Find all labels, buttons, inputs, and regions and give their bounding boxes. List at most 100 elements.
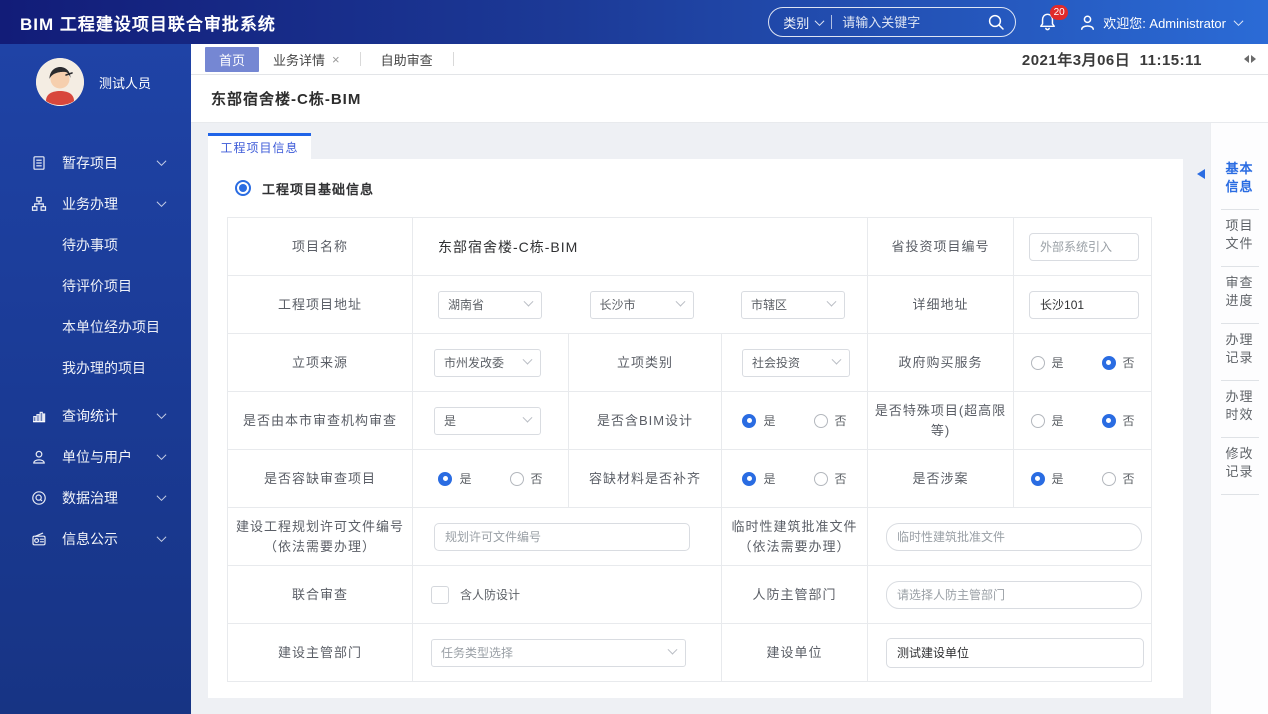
table-row: 是否由本市审查机构审查 是 是否含BIM设计 是 否: [228, 392, 1152, 450]
local-review-select[interactable]: 是: [434, 407, 541, 435]
radio-no[interactable]: 否: [814, 412, 847, 429]
radio-no[interactable]: 否: [1102, 354, 1135, 371]
divider: [453, 52, 454, 66]
search-category-select[interactable]: 类别: [783, 13, 809, 32]
search-icon[interactable]: [987, 13, 1005, 31]
radio-no[interactable]: 否: [1102, 412, 1135, 429]
field-label: 容缺材料是否补齐: [569, 450, 722, 508]
construction-dept-select[interactable]: 任务类型选择: [431, 639, 686, 667]
chevron-down-icon: [157, 197, 167, 207]
project-form-table: 项目名称 东部宿舍楼-C栋-BIM 省投资项目编号 工程项目地址 湖南省: [227, 217, 1152, 682]
project-info-card: 工程项目基础信息 项目名称 东部宿舍楼-C栋-BIM 省投资项目编号 工程项目: [208, 159, 1183, 698]
main-area: 首页 业务详情 × 自助审查 2021年3月06日 11:15:11 东部宿舍楼…: [191, 44, 1268, 714]
tab-business-detail[interactable]: 业务详情 ×: [259, 47, 354, 72]
close-icon[interactable]: ×: [332, 52, 340, 67]
field-label: 是否容缺审查项目: [228, 450, 413, 508]
project-category-select[interactable]: 社会投资: [742, 349, 850, 377]
civil-defense-checkbox[interactable]: [431, 586, 449, 604]
sidebar-item-units-users[interactable]: 单位与用户: [0, 436, 191, 477]
field-label: 立项来源: [228, 334, 413, 392]
page-title-bar: 东部宿舍楼-C栋-BIM: [191, 75, 1268, 123]
divider: [1221, 494, 1259, 495]
temp-building-input[interactable]: [886, 523, 1142, 551]
field-label: 联合审查: [228, 566, 413, 624]
sidebar-item-pending-evaluation[interactable]: 待评价项目: [0, 265, 191, 306]
province-project-no-input[interactable]: [1029, 233, 1139, 261]
field-label: 是否特殊项目(超高限等): [868, 392, 1014, 450]
chevron-down-icon: [523, 413, 533, 423]
current-datetime: 2021年3月06日 11:15:11: [1022, 49, 1202, 70]
tab-project-info[interactable]: 工程项目信息: [208, 133, 311, 159]
field-label: 工程项目地址: [228, 276, 413, 334]
top-header: BIM 工程建设项目联合审批系统 类别: [0, 0, 1268, 44]
chevron-down-icon: [827, 297, 837, 307]
anchor-project-files[interactable]: 项目文件: [1211, 210, 1268, 266]
document-icon: [30, 155, 47, 171]
radio-no[interactable]: 否: [510, 470, 543, 487]
welcome-text: 欢迎您: Administrator: [1103, 13, 1226, 32]
chevron-down-icon: [675, 297, 685, 307]
collapse-panel-icon[interactable]: [1244, 55, 1256, 63]
field-label: 是否涉案: [868, 450, 1014, 508]
chevron-down-icon: [157, 491, 167, 501]
planning-permit-input[interactable]: [434, 523, 690, 551]
sidebar-item-data-governance[interactable]: 数据治理: [0, 477, 191, 518]
rongque-review-radios: 是 否: [413, 470, 568, 487]
radio-yes[interactable]: 是: [1031, 470, 1064, 487]
detail-address-input[interactable]: [1029, 291, 1139, 319]
sidebar-item-info-publicity[interactable]: 信息公示: [0, 518, 191, 559]
search-input[interactable]: [842, 15, 987, 30]
sidebar-item-my-projects[interactable]: 我办理的项目: [0, 347, 191, 388]
tab-self-review[interactable]: 自助审查: [367, 47, 447, 72]
divider: [831, 15, 832, 29]
project-source-select[interactable]: 市州发改委: [434, 349, 541, 377]
radio-yes[interactable]: 是: [1031, 412, 1064, 429]
user-menu[interactable]: 欢迎您: Administrator: [1079, 13, 1250, 32]
content-area: 工程项目信息 工程项目基础信息 项目名称 东部宿舍楼-C栋-BIM 省投资项目编…: [191, 123, 1268, 714]
radio-yes[interactable]: 是: [742, 470, 775, 487]
user-name: 测试人员: [99, 73, 151, 92]
user-profile: 测试人员: [0, 44, 191, 106]
province-select[interactable]: 湖南省: [438, 291, 542, 319]
field-label: 是否由本市审查机构审查: [228, 392, 413, 450]
anchor-handling-time[interactable]: 办理时效: [1211, 381, 1268, 437]
global-search[interactable]: 类别: [768, 7, 1016, 37]
construction-unit-input[interactable]: [886, 638, 1144, 668]
sidebar-item-staged-projects[interactable]: 暂存项目: [0, 142, 191, 183]
sidebar-item-todo[interactable]: 待办事项: [0, 224, 191, 265]
radio-yes[interactable]: 是: [1031, 354, 1064, 371]
bar-chart-icon: [30, 408, 47, 424]
table-row: 建设主管部门 任务类型选择 建设单位: [228, 624, 1152, 682]
left-sidebar: 测试人员 暂存项目 业务办理: [0, 44, 191, 714]
involved-case-radios: 是 否: [1014, 470, 1151, 487]
anchor-handling-records[interactable]: 办理记录: [1211, 324, 1268, 380]
chevron-down-icon: [832, 355, 842, 365]
chevron-down-icon[interactable]: [815, 16, 825, 26]
anchor-review-progress[interactable]: 审查进度: [1211, 267, 1268, 323]
section-radio-selected[interactable]: [235, 180, 251, 196]
radio-yes[interactable]: 是: [742, 412, 775, 429]
avatar: [36, 58, 84, 106]
radio-no[interactable]: 否: [1102, 470, 1135, 487]
field-label: 政府购买服务: [868, 334, 1014, 392]
divider: [360, 52, 361, 66]
active-anchor-marker-icon: [1197, 169, 1205, 179]
anchor-modification-records[interactable]: 修改记录: [1211, 438, 1268, 494]
anchor-basic-info[interactable]: 基本信息: [1211, 153, 1268, 209]
notifications-button[interactable]: 20: [1038, 12, 1057, 32]
radio-yes[interactable]: 是: [438, 470, 471, 487]
city-select[interactable]: 长沙市: [590, 291, 694, 319]
rongque-materials-radios: 是 否: [722, 470, 867, 487]
sidebar-item-unit-projects[interactable]: 本单位经办项目: [0, 306, 191, 347]
chevron-down-icon: [157, 450, 167, 460]
field-label: 建设单位: [722, 624, 868, 682]
tab-home[interactable]: 首页: [205, 47, 259, 72]
sidebar-item-query-statistics[interactable]: 查询统计: [0, 395, 191, 436]
radio-no[interactable]: 否: [814, 470, 847, 487]
civil-defense-dept-input[interactable]: [886, 581, 1142, 609]
table-row: 建设工程规划许可文件编号 （依法需要办理） 临时性建筑批准文件 （依法需要办理）: [228, 508, 1152, 566]
app-window: BIM 工程建设项目联合审批系统 类别: [0, 0, 1268, 714]
field-label: 临时性建筑批准文件 （依法需要办理）: [722, 508, 868, 566]
sidebar-item-business-handling[interactable]: 业务办理: [0, 183, 191, 224]
district-select[interactable]: 市辖区: [741, 291, 845, 319]
